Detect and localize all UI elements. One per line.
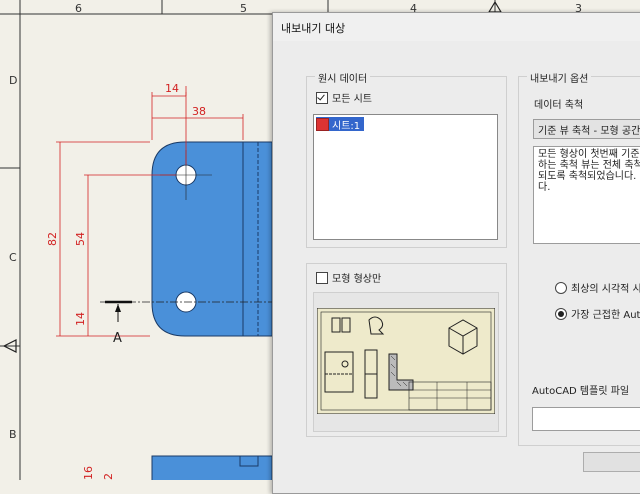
drawing-preview-thumbnail [317,308,495,414]
export-dialog: 내보내기 대상 원시 데이터 모든 시트 시트:1 모형 형상만 내보내기 옵션… [272,12,640,494]
dialog-body: 원시 데이터 모든 시트 시트:1 모형 형상만 내보내기 옵션 데이터 축척 … [273,41,640,493]
description-line: 되도록 축척되었습니다. [538,171,637,182]
template-file-label: AutoCAD 템플릿 파일 [532,386,630,397]
export-options-group-title: 내보내기 옵션 [527,70,592,85]
best-visual-radio[interactable]: 최상의 시각적 시 [555,280,640,295]
checkbox-unchecked-icon [316,272,328,284]
data-scale-label: 데이터 축척 [534,100,584,111]
source-data-group-title: 원시 데이터 [315,70,371,85]
ruler-row-b: B [9,428,17,441]
dim-38: 38 [192,105,206,118]
radio-selected-icon [555,308,567,320]
dim-14-bottom: 14 [74,312,87,326]
checkbox-checked-icon [316,92,328,104]
source-data-group: 원시 데이터 모든 시트 시트:1 [306,70,507,248]
sheet-icon [316,117,329,131]
best-visual-label: 최상의 시각적 시 [571,284,640,295]
dim-82: 82 [46,232,59,246]
dialog-title: 내보내기 대상 [281,22,346,35]
model-geometry-checkbox[interactable]: 모형 형상만 [316,270,381,285]
export-options-group: 내보내기 옵션 데이터 축척 기준 뷰 축척 - 모형 공간 모든 형상이 첫번… [518,70,640,446]
all-sheets-label: 모든 시트 [332,94,372,105]
all-sheets-checkbox[interactable]: 모든 시트 [316,90,372,105]
description-line: 하는 축척 뷰는 전체 축척 [538,160,640,171]
ruler-row-c: C [9,251,17,264]
description-line: 모든 형상이 첫번째 기준 [538,149,640,160]
dim-16: 16 [82,466,95,480]
scale-description-text: 모든 형상이 첫번째 기준 하는 축척 뷰는 전체 축척 되도록 축척되었습니다… [533,146,640,244]
radio-unselected-icon [555,282,567,294]
section-label-a: A [113,331,122,346]
data-scale-dropdown[interactable]: 기준 뷰 축척 - 모형 공간 [533,119,640,139]
preview-frame [313,292,499,432]
options-button[interactable]: 구 [583,452,640,472]
ruler-row-d: D [9,74,17,87]
template-file-input[interactable] [532,407,640,431]
model-geometry-group: 모형 형상만 [306,263,507,437]
ruler-col-6: 6 [75,2,82,15]
model-geometry-label: 모형 형상만 [332,274,382,285]
dim-2: 2 [102,473,115,480]
description-line: 다. [538,182,551,193]
dim-14-top: 14 [165,82,179,95]
closest-autocad-label: 가장 근접한 Auto [571,310,640,321]
ruler-col-5: 5 [240,2,247,15]
sheet-listbox[interactable]: 시트:1 [313,114,498,240]
sheet-list-item[interactable]: 시트:1 [316,117,365,132]
closest-autocad-radio[interactable]: 가장 근접한 Auto [555,306,640,321]
dim-54: 54 [74,232,87,246]
sheet-item-label: 시트:1 [332,120,361,132]
